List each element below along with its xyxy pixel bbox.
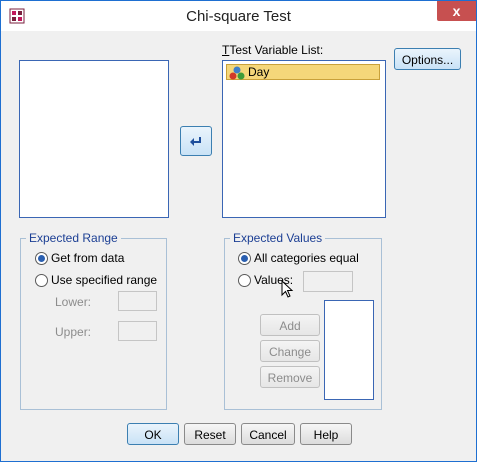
expected-values-legend: Expected Values [230, 231, 326, 245]
test-variable-list-label-text: Test Variable List: [229, 43, 324, 57]
get-from-data-radio[interactable] [35, 252, 48, 265]
values-input[interactable] [303, 271, 353, 292]
dialog-window: Chi-square Test x TTest Variable List: D… [0, 0, 477, 462]
use-specified-range-radio[interactable] [35, 274, 48, 287]
reset-button-label: Reset [194, 428, 226, 442]
cancel-button[interactable]: Cancel [241, 423, 295, 445]
all-categories-equal-radio[interactable] [238, 252, 251, 265]
all-categories-equal-label[interactable]: All categories equal [254, 251, 359, 265]
upper-field[interactable] [118, 321, 157, 341]
list-item-label: Day [248, 65, 270, 79]
move-variable-button[interactable] [180, 126, 212, 156]
close-icon: x [452, 3, 461, 19]
expected-range-legend: Expected Range [26, 231, 121, 245]
nominal-variable-icon [229, 66, 245, 80]
test-variable-list-label: TTest Variable List: [222, 43, 323, 57]
ok-button[interactable]: OK [127, 423, 179, 445]
mouse-pointer-icon [281, 280, 294, 298]
use-specified-range-label[interactable]: Use specified range [51, 273, 157, 287]
remove-button[interactable]: Remove [260, 366, 320, 388]
values-radio[interactable] [238, 274, 251, 287]
get-from-data-label[interactable]: Get from data [51, 251, 124, 265]
close-button[interactable]: x [437, 1, 476, 21]
dialog-content: TTest Variable List: Day Options... Expe… [8, 31, 469, 454]
list-item[interactable]: Day [226, 64, 380, 80]
change-button[interactable]: Change [260, 340, 320, 362]
remove-button-label: Remove [267, 371, 313, 385]
change-button-label: Change [268, 345, 312, 359]
options-button-label: Options... [401, 53, 454, 67]
options-button[interactable]: Options... [394, 48, 461, 70]
test-variable-list[interactable]: Day [222, 60, 386, 218]
reset-button[interactable]: Reset [184, 423, 236, 445]
title-bar[interactable]: Chi-square Test x [1, 1, 476, 31]
cancel-button-label: Cancel [249, 428, 287, 442]
upper-label: Upper: [55, 325, 92, 339]
ok-button-label: OK [144, 428, 162, 442]
add-button-label: Add [279, 319, 301, 333]
arrow-left-icon [190, 137, 201, 146]
dialog-title: Chi-square Test [186, 8, 291, 25]
add-button[interactable]: Add [260, 314, 320, 336]
lower-label: Lower: [55, 295, 92, 309]
source-variable-list[interactable] [19, 60, 169, 218]
lower-field[interactable] [118, 291, 157, 311]
expected-values-list[interactable] [324, 300, 374, 400]
help-button-label: Help [313, 428, 339, 442]
help-button[interactable]: Help [300, 423, 352, 445]
